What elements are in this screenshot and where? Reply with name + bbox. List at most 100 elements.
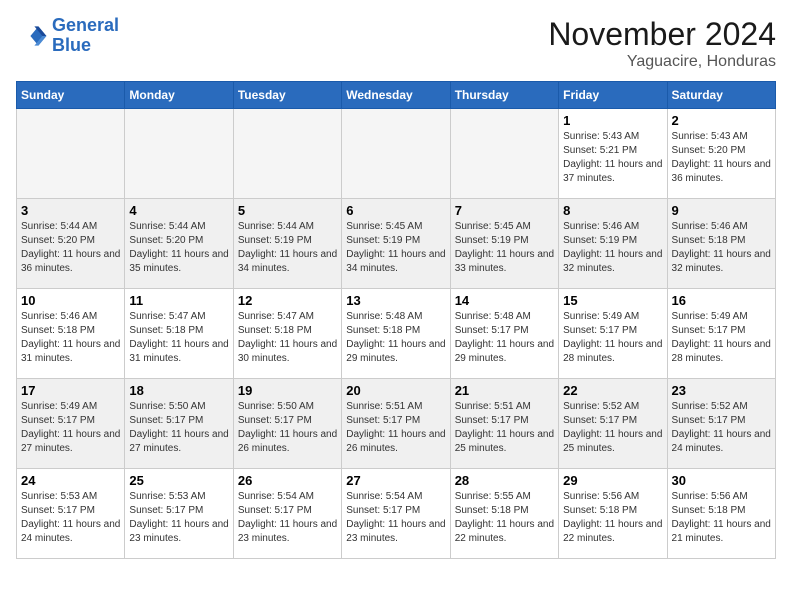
weekday-header-saturday: Saturday <box>667 82 775 109</box>
calendar-cell: 22Sunrise: 5:52 AM Sunset: 5:17 PM Dayli… <box>559 379 667 469</box>
day-number: 4 <box>129 203 228 218</box>
day-info: Sunrise: 5:43 AM Sunset: 5:20 PM Dayligh… <box>672 130 771 186</box>
day-number: 25 <box>129 473 228 488</box>
day-number: 22 <box>563 383 662 398</box>
day-info: Sunrise: 5:52 AM Sunset: 5:17 PM Dayligh… <box>672 400 771 456</box>
day-info: Sunrise: 5:44 AM Sunset: 5:20 PM Dayligh… <box>129 220 228 276</box>
calendar-cell: 26 Sunrise: 5:54 AM Sunset: 5:17 PM Dayli… <box>233 469 341 559</box>
day-number: 16 <box>672 293 771 308</box>
day-number: 8 <box>563 203 662 218</box>
weekday-header-row: SundayMondayTuesdayWednesdayThursdayFrid… <box>17 82 776 109</box>
day-number: 2 <box>672 113 771 128</box>
day-number: 28 <box>455 473 554 488</box>
day-number: 9 <box>672 203 771 218</box>
day-info: Sunrise: 5:45 AM Sunset: 5:19 PM Dayligh… <box>455 220 554 276</box>
page-header: General Blue November 2024 Yaguacire, Ho… <box>16 16 776 71</box>
logo-text: General Blue <box>52 16 119 56</box>
logo-icon <box>16 20 48 52</box>
calendar-cell: 10 Sunrise: 5:46 AM Sunset: 5:18 PM Dayli… <box>17 289 125 379</box>
calendar-cell: 23 Sunrise: 5:52 AM Sunset: 5:17 PM Dayli… <box>667 379 775 469</box>
day-info: Sunrise: 5:49 AM Sunset: 5:17 PM Dayligh… <box>563 310 662 366</box>
day-number: 20 <box>346 383 445 398</box>
calendar-cell <box>233 109 341 199</box>
calendar-cell: 17 Sunrise: 5:49 AM Sunset: 5:17 PM Dayli… <box>17 379 125 469</box>
calendar-cell: 19Sunrise: 5:50 AM Sunset: 5:17 PM Dayli… <box>233 379 341 469</box>
day-info: Sunrise: 5:43 AM Sunset: 5:21 PM Dayligh… <box>563 130 662 186</box>
weekday-header-monday: Monday <box>125 82 233 109</box>
calendar-header: SundayMondayTuesdayWednesdayThursdayFrid… <box>17 82 776 109</box>
calendar-cell: 13 Sunrise: 5:48 AM Sunset: 5:18 PM Dayli… <box>342 289 450 379</box>
day-number: 14 <box>455 293 554 308</box>
day-info: Sunrise: 5:56 AM Sunset: 5:18 PM Dayligh… <box>563 490 662 546</box>
logo: General Blue <box>16 16 119 56</box>
day-number: 15 <box>563 293 662 308</box>
calendar-week-row: 10 Sunrise: 5:46 AM Sunset: 5:18 PM Dayli… <box>17 289 776 379</box>
day-info: Sunrise: 5:47 AM Sunset: 5:18 PM Dayligh… <box>238 310 337 366</box>
day-number: 12 <box>238 293 337 308</box>
calendar-week-row: 3 Sunrise: 5:44 AM Sunset: 5:20 PM Daylig… <box>17 199 776 289</box>
day-info: Sunrise: 5:53 AM Sunset: 5:17 PM Dayligh… <box>21 490 120 546</box>
day-info: Sunrise: 5:53 AM Sunset: 5:17 PM Dayligh… <box>129 490 228 546</box>
day-number: 11 <box>129 293 228 308</box>
calendar-cell: 14Sunrise: 5:48 AM Sunset: 5:17 PM Dayli… <box>450 289 558 379</box>
day-number: 5 <box>238 203 337 218</box>
day-info: Sunrise: 5:50 AM Sunset: 5:17 PM Dayligh… <box>129 400 228 456</box>
day-number: 19 <box>238 383 337 398</box>
day-number: 29 <box>563 473 662 488</box>
day-info: Sunrise: 5:47 AM Sunset: 5:18 PM Dayligh… <box>129 310 228 366</box>
day-number: 21 <box>455 383 554 398</box>
day-info: Sunrise: 5:44 AM Sunset: 5:19 PM Dayligh… <box>238 220 337 276</box>
day-info: Sunrise: 5:46 AM Sunset: 5:18 PM Dayligh… <box>21 310 120 366</box>
calendar-cell: 8 Sunrise: 5:46 AM Sunset: 5:19 PM Daylig… <box>559 199 667 289</box>
day-info: Sunrise: 5:48 AM Sunset: 5:18 PM Dayligh… <box>346 310 445 366</box>
day-info: Sunrise: 5:49 AM Sunset: 5:17 PM Dayligh… <box>21 400 120 456</box>
calendar-cell: 4 Sunrise: 5:44 AM Sunset: 5:20 PM Daylig… <box>125 199 233 289</box>
calendar-cell: 21 Sunrise: 5:51 AM Sunset: 5:17 PM Dayli… <box>450 379 558 469</box>
day-number: 18 <box>129 383 228 398</box>
day-info: Sunrise: 5:54 AM Sunset: 5:17 PM Dayligh… <box>346 490 445 546</box>
calendar: SundayMondayTuesdayWednesdayThursdayFrid… <box>16 81 776 559</box>
calendar-week-row: 1Sunrise: 5:43 AM Sunset: 5:21 PM Daylig… <box>17 109 776 199</box>
day-number: 17 <box>21 383 120 398</box>
day-info: Sunrise: 5:46 AM Sunset: 5:18 PM Dayligh… <box>672 220 771 276</box>
day-info: Sunrise: 5:44 AM Sunset: 5:20 PM Dayligh… <box>21 220 120 276</box>
day-number: 3 <box>21 203 120 218</box>
calendar-cell <box>125 109 233 199</box>
location-title: Yaguacire, Honduras <box>548 53 776 71</box>
day-number: 6 <box>346 203 445 218</box>
month-title: November 2024 <box>548 16 776 53</box>
day-number: 7 <box>455 203 554 218</box>
day-number: 10 <box>21 293 120 308</box>
weekday-header-thursday: Thursday <box>450 82 558 109</box>
calendar-cell: 18 Sunrise: 5:50 AM Sunset: 5:17 PM Dayli… <box>125 379 233 469</box>
calendar-cell: 29 Sunrise: 5:56 AM Sunset: 5:18 PM Dayli… <box>559 469 667 559</box>
calendar-cell: 6Sunrise: 5:45 AM Sunset: 5:19 PM Daylig… <box>342 199 450 289</box>
title-block: November 2024 Yaguacire, Honduras <box>548 16 776 71</box>
day-info: Sunrise: 5:51 AM Sunset: 5:17 PM Dayligh… <box>346 400 445 456</box>
calendar-cell: 16 Sunrise: 5:49 AM Sunset: 5:17 PM Dayli… <box>667 289 775 379</box>
calendar-cell: 2 Sunrise: 5:43 AM Sunset: 5:20 PM Daylig… <box>667 109 775 199</box>
weekday-header-tuesday: Tuesday <box>233 82 341 109</box>
calendar-cell <box>17 109 125 199</box>
calendar-cell: 28Sunrise: 5:55 AM Sunset: 5:18 PM Dayli… <box>450 469 558 559</box>
calendar-cell: 9 Sunrise: 5:46 AM Sunset: 5:18 PM Daylig… <box>667 199 775 289</box>
day-number: 26 <box>238 473 337 488</box>
day-number: 23 <box>672 383 771 398</box>
calendar-cell <box>450 109 558 199</box>
day-info: Sunrise: 5:54 AM Sunset: 5:17 PM Dayligh… <box>238 490 337 546</box>
calendar-week-row: 24Sunrise: 5:53 AM Sunset: 5:17 PM Dayli… <box>17 469 776 559</box>
day-info: Sunrise: 5:49 AM Sunset: 5:17 PM Dayligh… <box>672 310 771 366</box>
day-info: Sunrise: 5:51 AM Sunset: 5:17 PM Dayligh… <box>455 400 554 456</box>
calendar-cell: 7 Sunrise: 5:45 AM Sunset: 5:19 PM Daylig… <box>450 199 558 289</box>
calendar-cell: 1Sunrise: 5:43 AM Sunset: 5:21 PM Daylig… <box>559 109 667 199</box>
calendar-cell: 5 Sunrise: 5:44 AM Sunset: 5:19 PM Daylig… <box>233 199 341 289</box>
day-number: 13 <box>346 293 445 308</box>
calendar-cell: 25 Sunrise: 5:53 AM Sunset: 5:17 PM Dayli… <box>125 469 233 559</box>
calendar-cell: 11 Sunrise: 5:47 AM Sunset: 5:18 PM Dayli… <box>125 289 233 379</box>
weekday-header-wednesday: Wednesday <box>342 82 450 109</box>
calendar-cell: 30Sunrise: 5:56 AM Sunset: 5:18 PM Dayli… <box>667 469 775 559</box>
weekday-header-sunday: Sunday <box>17 82 125 109</box>
calendar-cell: 20 Sunrise: 5:51 AM Sunset: 5:17 PM Dayli… <box>342 379 450 469</box>
day-info: Sunrise: 5:46 AM Sunset: 5:19 PM Dayligh… <box>563 220 662 276</box>
calendar-week-row: 17 Sunrise: 5:49 AM Sunset: 5:17 PM Dayli… <box>17 379 776 469</box>
